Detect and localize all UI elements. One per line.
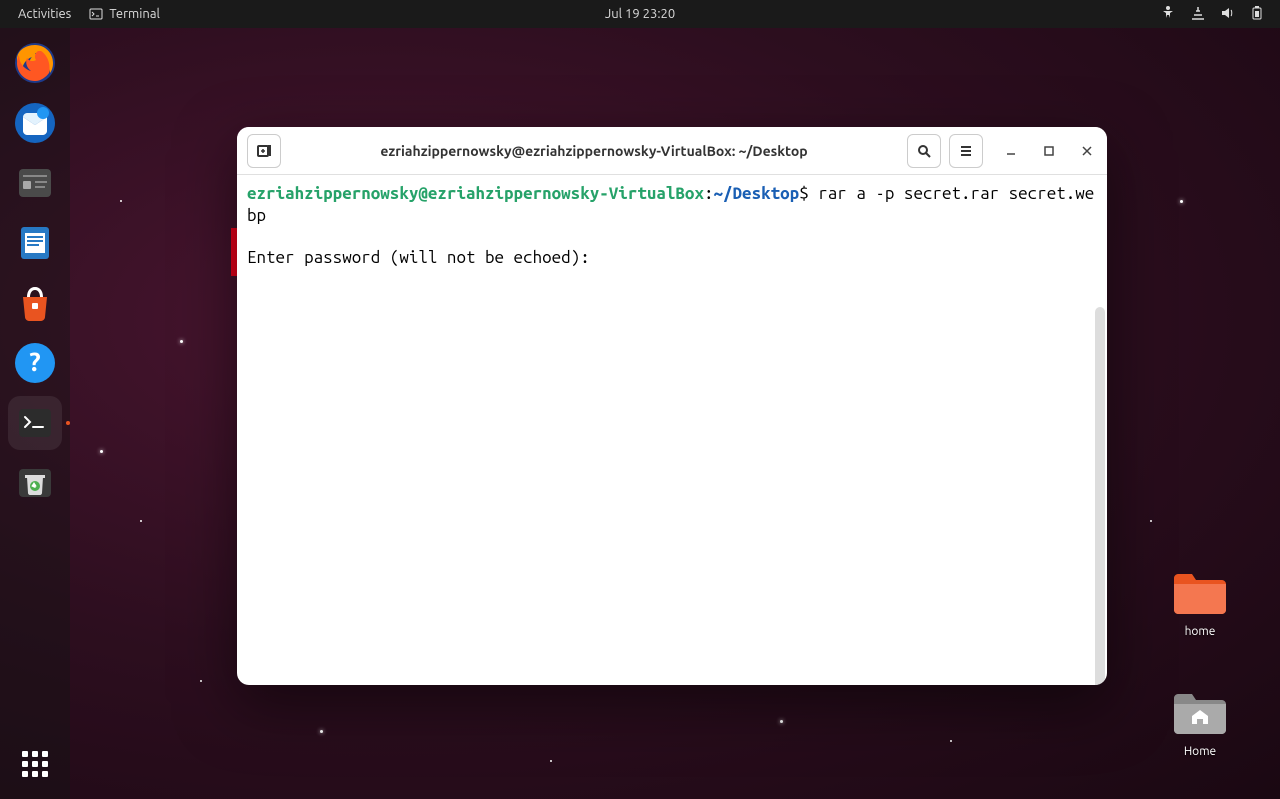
show-applications[interactable]	[8, 737, 62, 791]
svg-text:?: ?	[29, 347, 40, 376]
activities-button[interactable]: Activities	[18, 7, 71, 21]
search-icon	[916, 143, 932, 159]
prompt-line: ezriahzippernowsky@ezriahzippernowsky-Vi…	[247, 183, 1097, 227]
terminal-window: ezriahzippernowsky@ezriahzippernowsky-Vi…	[237, 127, 1107, 685]
dock-software[interactable]	[8, 276, 62, 330]
dock-trash[interactable]	[8, 456, 62, 510]
dock-firefox[interactable]	[8, 36, 62, 90]
new-tab-icon	[256, 143, 272, 159]
accessibility-icon[interactable]	[1160, 5, 1176, 24]
maximize-button[interactable]	[1039, 141, 1059, 161]
terminal-icon	[89, 7, 103, 21]
dock: ?	[0, 28, 70, 799]
desktop-folder-home-upper[interactable]: Home	[1160, 690, 1240, 758]
battery-icon[interactable]	[1250, 5, 1266, 24]
volume-icon[interactable]	[1220, 5, 1236, 24]
hamburger-icon	[958, 143, 974, 159]
minimize-icon	[1004, 144, 1018, 158]
output-line: Enter password (will not be echoed):	[247, 247, 1097, 269]
top-panel: Activities Terminal Jul 19 23:20	[0, 0, 1280, 28]
desktop-folder-home-lower[interactable]: home	[1160, 570, 1240, 638]
menu-button[interactable]	[949, 134, 983, 168]
window-title: ezriahzippernowsky@ezriahzippernowsky-Vi…	[289, 143, 899, 159]
prompt-user: ezriahzippernowsky@ezriahzippernowsky-Vi…	[247, 184, 704, 203]
dock-files[interactable]	[8, 156, 62, 210]
close-icon	[1080, 144, 1094, 158]
clock[interactable]: Jul 19 23:20	[605, 7, 675, 21]
terminal-content[interactable]: ezriahzippernowsky@ezriahzippernowsky-Vi…	[237, 175, 1107, 685]
scrollbar[interactable]	[1095, 307, 1105, 685]
dock-terminal[interactable]	[8, 396, 62, 450]
close-button[interactable]	[1077, 141, 1097, 161]
minimize-button[interactable]	[1001, 141, 1021, 161]
desktop-icon-label: Home	[1160, 745, 1240, 758]
dock-thunderbird[interactable]	[8, 96, 62, 150]
titlebar[interactable]: ezriahzippernowsky@ezriahzippernowsky-Vi…	[237, 127, 1107, 175]
active-app-name: Terminal	[109, 7, 160, 21]
dock-libreoffice-writer[interactable]	[8, 216, 62, 270]
dock-help[interactable]: ?	[8, 336, 62, 390]
maximize-icon	[1042, 144, 1056, 158]
new-tab-button[interactable]	[247, 134, 281, 168]
network-icon[interactable]	[1190, 5, 1206, 24]
prompt-path: ~/Desktop	[714, 184, 800, 203]
search-button[interactable]	[907, 134, 941, 168]
active-app-indicator[interactable]: Terminal	[89, 7, 160, 21]
desktop-icon-label: home	[1160, 625, 1240, 638]
